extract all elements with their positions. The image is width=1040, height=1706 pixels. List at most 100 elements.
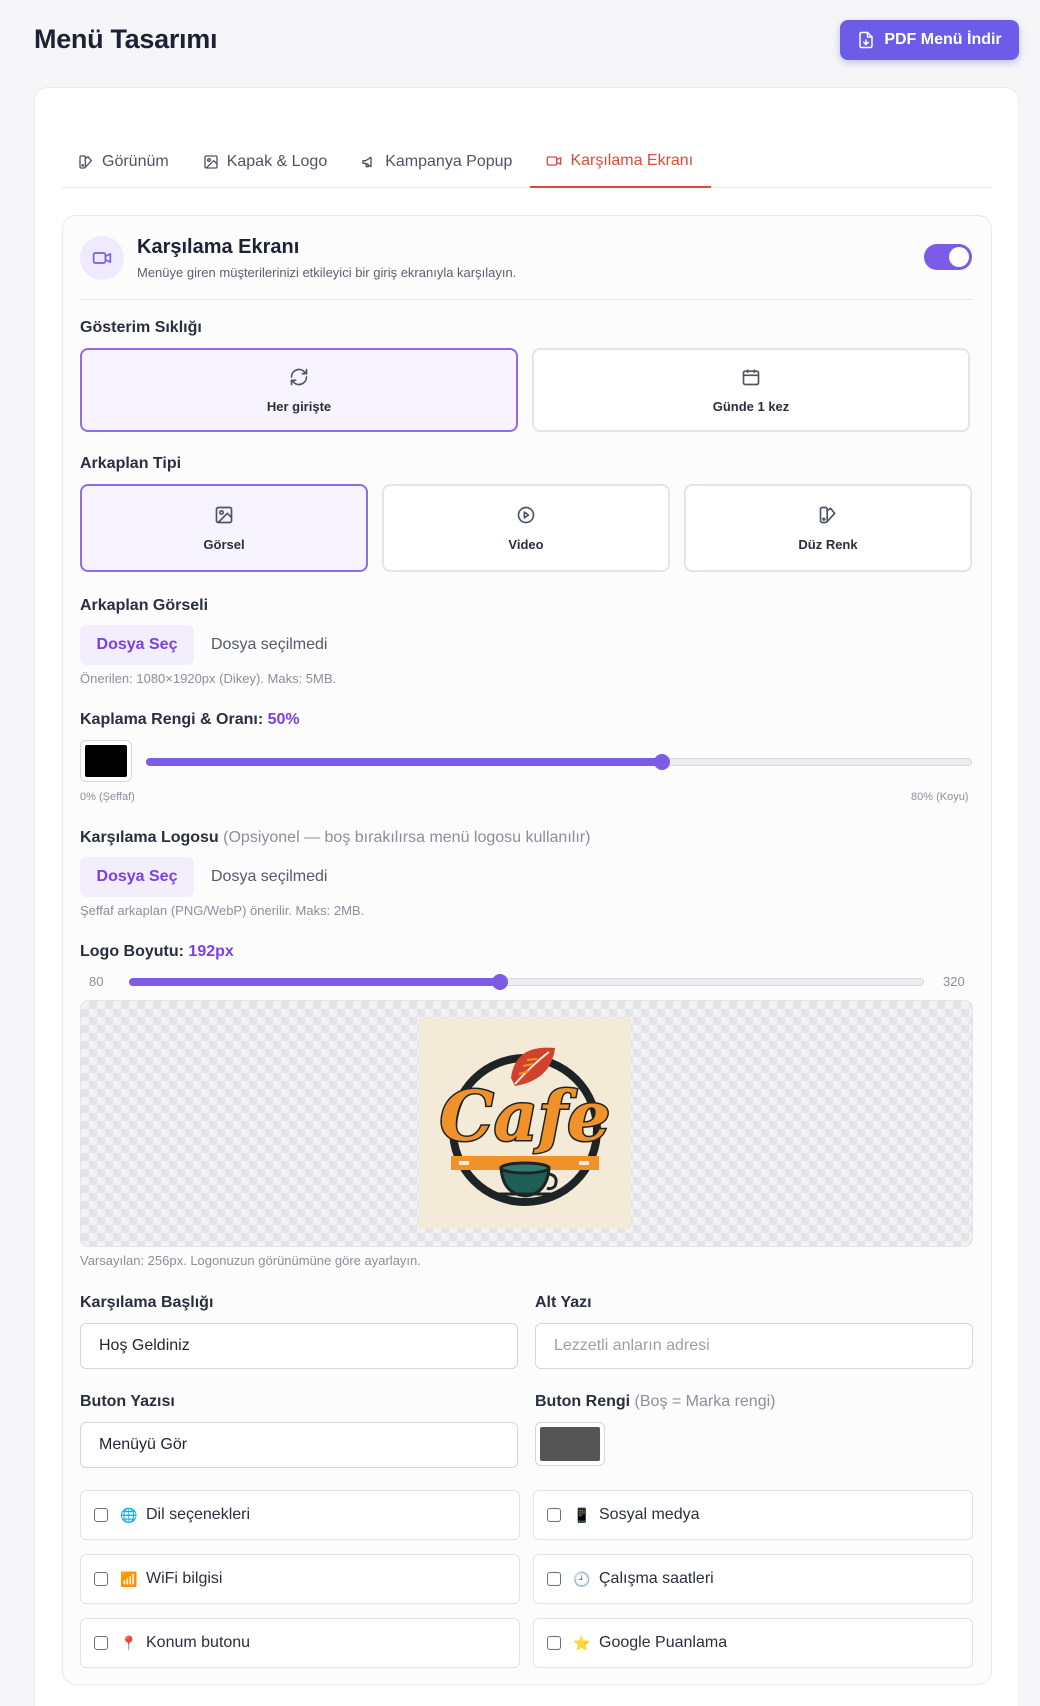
divider bbox=[80, 299, 973, 300]
overlay-min-label: 0% (Şeffaf) bbox=[80, 791, 135, 803]
image-icon bbox=[204, 154, 218, 169]
calendar-icon bbox=[742, 369, 760, 385]
background-file-status: Dosya seçilmedi bbox=[211, 636, 328, 653]
welcome-logo-note: (Opsiyonel — boş bırakılırsa menü logosu… bbox=[223, 829, 591, 846]
checkbox[interactable] bbox=[94, 1636, 108, 1650]
button-color-swatch bbox=[540, 1427, 600, 1461]
video-icon bbox=[547, 155, 562, 166]
checkbox-label: Sosyal medya bbox=[599, 1506, 700, 1523]
slider-fill bbox=[146, 758, 663, 766]
megaphone-icon bbox=[362, 156, 372, 167]
background-type-label: Arkaplan Tipi bbox=[80, 455, 182, 472]
overlay-label: Kaplama Rengi & Oranı: 50% bbox=[80, 711, 300, 729]
play-circle-icon bbox=[517, 506, 535, 523]
star-icon: ⭐ bbox=[573, 1634, 591, 1651]
checkbox-label: Google Puanlama bbox=[599, 1634, 728, 1651]
palette-icon bbox=[819, 506, 836, 523]
background-image-label: Arkaplan Görseli bbox=[80, 597, 209, 614]
tab-karsilama-ekrani[interactable]: Karşılama Ekranı bbox=[530, 145, 712, 188]
frequency-option-once-daily[interactable]: Günde 1 kez bbox=[532, 348, 970, 432]
welcome-logo-label-text: Karşılama Logosu bbox=[80, 829, 219, 846]
tab-label: Karşılama Ekranı bbox=[570, 151, 694, 169]
checkbox[interactable] bbox=[94, 1572, 108, 1586]
background-option-solid-color[interactable]: Düz Renk bbox=[684, 484, 972, 572]
background-option-video[interactable]: Video bbox=[382, 484, 670, 572]
checkbox[interactable] bbox=[94, 1508, 108, 1522]
globe-icon: 🌐 bbox=[120, 1506, 138, 1523]
image-icon bbox=[215, 506, 233, 523]
frequency-option-every-visit[interactable]: Her girişte bbox=[80, 348, 518, 432]
logo-file-status: Dosya seçilmedi bbox=[211, 868, 328, 885]
video-icon bbox=[80, 236, 124, 280]
tab-bar: Görünüm Kapak & Logo Kampanya Popup Karş… bbox=[62, 145, 992, 188]
button-text-label: Buton Yazısı bbox=[80, 1393, 175, 1410]
checkbox-label: Dil seçenekleri bbox=[146, 1506, 251, 1523]
logo-file-button[interactable]: Dosya Seç bbox=[80, 857, 194, 897]
logo-preview-image: Cafe bbox=[419, 1018, 631, 1229]
overlay-label-text: Kaplama Rengi & Oranı: bbox=[80, 711, 264, 728]
checkbox-working-hours[interactable]: 🕘 Çalışma saatleri bbox=[533, 1554, 973, 1604]
option-label: Görsel bbox=[203, 536, 245, 552]
button-text-input[interactable] bbox=[80, 1422, 518, 1468]
tab-kapak-logo[interactable]: Kapak & Logo bbox=[187, 145, 346, 188]
option-label: Her girişte bbox=[266, 398, 332, 414]
overlay-color-picker[interactable] bbox=[80, 740, 132, 782]
checkbox-location-button[interactable]: 📍 Konum butonu bbox=[80, 1618, 520, 1668]
phone-icon: 📱 bbox=[573, 1506, 591, 1523]
welcome-logo-hint: Şeffaf arkaplan (PNG/WebP) önerilir. Mak… bbox=[80, 903, 365, 918]
palette-icon bbox=[79, 154, 92, 169]
checkbox[interactable] bbox=[547, 1636, 561, 1650]
option-label: Günde 1 kez bbox=[712, 398, 790, 414]
logo-size-label: Logo Boyutu: 192px bbox=[80, 943, 234, 961]
section-description: Menüye giren müşterilerinizi etkileyici … bbox=[137, 265, 517, 280]
subtitle-label: Alt Yazı bbox=[535, 1294, 592, 1311]
signal-icon: 📶 bbox=[120, 1570, 138, 1587]
overlay-color-swatch bbox=[85, 745, 127, 777]
checkbox[interactable] bbox=[547, 1508, 561, 1522]
tab-label: Kapak & Logo bbox=[226, 152, 328, 170]
slider-thumb[interactable] bbox=[654, 754, 671, 770]
button-color-note: (Boş = Marka rengi) bbox=[634, 1393, 776, 1410]
button-color-label: Buton Rengi (Boş = Marka rengi) bbox=[535, 1393, 775, 1411]
welcome-logo-label: Karşılama Logosu (Opsiyonel — boş bırakı… bbox=[80, 829, 590, 847]
checkbox[interactable] bbox=[547, 1572, 561, 1586]
logo-size-max-label: 320 bbox=[943, 974, 965, 989]
logo-text: Cafe bbox=[440, 1077, 611, 1157]
slider-thumb[interactable] bbox=[492, 974, 508, 990]
cafe-logo: Cafe bbox=[438, 1047, 612, 1206]
button-color-label-text: Buton Rengi bbox=[535, 1393, 631, 1410]
background-option-image[interactable]: Görsel bbox=[80, 484, 368, 572]
welcome-title-label: Karşılama Başlığı bbox=[80, 1294, 214, 1311]
page-title: Menü Tasarımı bbox=[34, 24, 218, 54]
checkbox-social-media[interactable]: 📱 Sosyal medya bbox=[533, 1490, 973, 1540]
clock-icon: 🕘 bbox=[573, 1570, 591, 1587]
welcome-title-input[interactable] bbox=[80, 1323, 518, 1369]
checkbox-google-rating[interactable]: ⭐ Google Puanlama bbox=[533, 1618, 973, 1668]
overlay-slider[interactable] bbox=[146, 752, 972, 772]
frequency-label: Gösterim Sıklığı bbox=[80, 319, 202, 336]
background-image-hint: Önerilen: 1080×1920px (Dikey). Maks: 5MB… bbox=[80, 671, 337, 686]
checkbox-label: Çalışma saatleri bbox=[599, 1570, 714, 1587]
checkbox-language-options[interactable]: 🌐 Dil seçenekleri bbox=[80, 1490, 520, 1540]
section-title: Karşılama Ekranı bbox=[137, 236, 300, 258]
subtitle-input[interactable] bbox=[535, 1323, 973, 1369]
pin-icon: 📍 bbox=[120, 1634, 138, 1651]
option-label: Düz Renk bbox=[798, 536, 858, 552]
logo-size-value: 192px bbox=[188, 943, 234, 960]
tab-gorunum[interactable]: Görünüm bbox=[62, 145, 187, 188]
file-download-icon bbox=[859, 31, 874, 49]
logo-size-label-text: Logo Boyutu: bbox=[80, 943, 184, 960]
tab-label: Görünüm bbox=[102, 152, 169, 170]
checkbox-label: WiFi bilgisi bbox=[146, 1570, 223, 1587]
tab-kampanya-popup[interactable]: Kampanya Popup bbox=[345, 145, 530, 188]
pdf-download-button[interactable]: PDF Menü İndir bbox=[840, 20, 1019, 60]
checkbox-wifi-info[interactable]: 📶 WiFi bilgisi bbox=[80, 1554, 520, 1604]
button-color-picker[interactable] bbox=[535, 1422, 605, 1466]
background-file-button[interactable]: Dosya Seç bbox=[80, 625, 194, 665]
overlay-max-label: 80% (Koyu) bbox=[911, 791, 969, 803]
welcome-screen-toggle[interactable] bbox=[924, 244, 972, 270]
tab-label: Kampanya Popup bbox=[385, 152, 513, 170]
slider-fill bbox=[129, 978, 500, 986]
toggle-knob bbox=[949, 247, 969, 267]
logo-size-slider[interactable] bbox=[129, 972, 924, 992]
